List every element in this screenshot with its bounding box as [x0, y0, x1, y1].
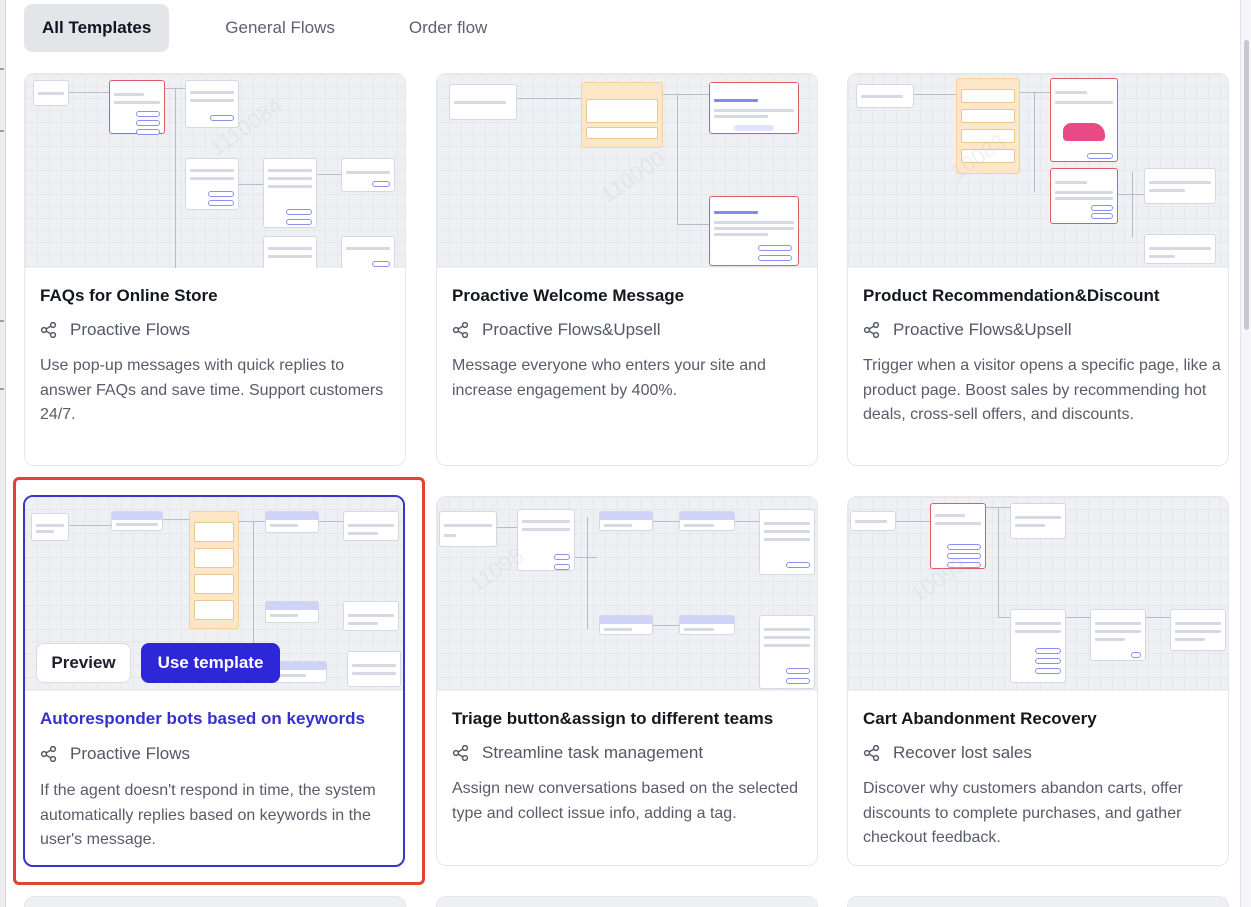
share-nodes-icon [863, 322, 880, 338]
template-thumbnail: 10099 [848, 497, 1228, 691]
card-category-label: Proactive Flows&Upsell [893, 320, 1072, 339]
card-description: Assign new conversations based on the se… [452, 780, 798, 822]
preview-button[interactable]: Preview [36, 643, 131, 683]
template-thumbnail: 10083 [848, 74, 1228, 268]
template-card-faqs[interactable]: 1110084 FAQs for Online Store Proactive … [24, 73, 406, 466]
card-category: Streamline task management [452, 743, 703, 763]
left-edge-panel [0, 0, 6, 907]
tab-all-templates[interactable]: All Templates [24, 4, 170, 52]
card-category: Proactive Flows&Upsell [863, 320, 1072, 340]
template-thumbnail: 1110084 [25, 74, 405, 268]
template-tabs: All Templates General Flows Order flow [24, 4, 535, 52]
card-title[interactable]: Proactive Welcome Message [452, 286, 684, 306]
template-card-triage[interactable]: 11098 Triage button&assign to different … [436, 496, 818, 866]
template-card-partial[interactable] [436, 896, 818, 907]
template-card-partial[interactable] [24, 896, 406, 907]
share-nodes-icon [452, 322, 469, 338]
card-category: Proactive Flows [40, 744, 190, 764]
scrollbar-thumb[interactable] [1244, 40, 1249, 330]
card-category: Proactive Flows [40, 320, 190, 340]
template-card-partial[interactable] [847, 896, 1229, 907]
card-category-label: Proactive Flows&Upsell [482, 320, 661, 339]
card-category: Proactive Flows&Upsell [452, 320, 661, 340]
template-card-welcome[interactable]: 110000 Proactive Welcome Message Proacti… [436, 73, 818, 466]
card-title[interactable]: Triage button&assign to different teams [452, 709, 773, 729]
card-category-label: Recover lost sales [893, 743, 1032, 762]
card-description: Message everyone who enters your site an… [452, 357, 766, 399]
template-card-product-recommendation[interactable]: 10083 Product Recommendation&Discount Pr… [847, 73, 1229, 466]
card-description: Discover why customers abandon carts, of… [863, 780, 1183, 846]
use-template-button[interactable]: Use template [141, 643, 280, 683]
card-category: Recover lost sales [863, 743, 1032, 763]
share-nodes-icon [40, 322, 57, 338]
share-nodes-icon [40, 746, 57, 762]
template-thumbnail: 110000 [437, 74, 817, 268]
tab-general-flows[interactable]: General Flows [207, 4, 353, 52]
tab-order-flow[interactable]: Order flow [391, 4, 505, 52]
card-category-label: Proactive Flows [70, 320, 190, 339]
scrollbar[interactable] [1240, 0, 1251, 907]
card-description: If the agent doesn't respond in time, th… [40, 782, 376, 848]
template-gallery: All Templates General Flows Order flow 1… [0, 0, 1251, 907]
card-title[interactable]: Cart Abandonment Recovery [863, 709, 1097, 729]
card-title[interactable]: Product Recommendation&Discount [863, 286, 1160, 306]
card-title[interactable]: FAQs for Online Store [40, 286, 218, 306]
template-card-cart-abandonment[interactable]: 10099 Cart Abandonment Recovery Recover … [847, 496, 1229, 866]
template-thumbnail: Preview Use template [25, 497, 403, 691]
card-description: Use pop-up messages with quick replies t… [40, 357, 384, 423]
card-title[interactable]: Autoresponder bots based on keywords [40, 709, 365, 729]
card-category-label: Streamline task management [482, 743, 704, 762]
share-nodes-icon [452, 745, 469, 761]
share-nodes-icon [863, 745, 880, 761]
template-thumbnail: 11098 [437, 497, 817, 691]
card-category-label: Proactive Flows [70, 744, 190, 763]
template-card-autoresponder[interactable]: Preview Use template Autoresponder bots … [23, 495, 405, 867]
card-description: Trigger when a visitor opens a specific … [863, 357, 1221, 423]
